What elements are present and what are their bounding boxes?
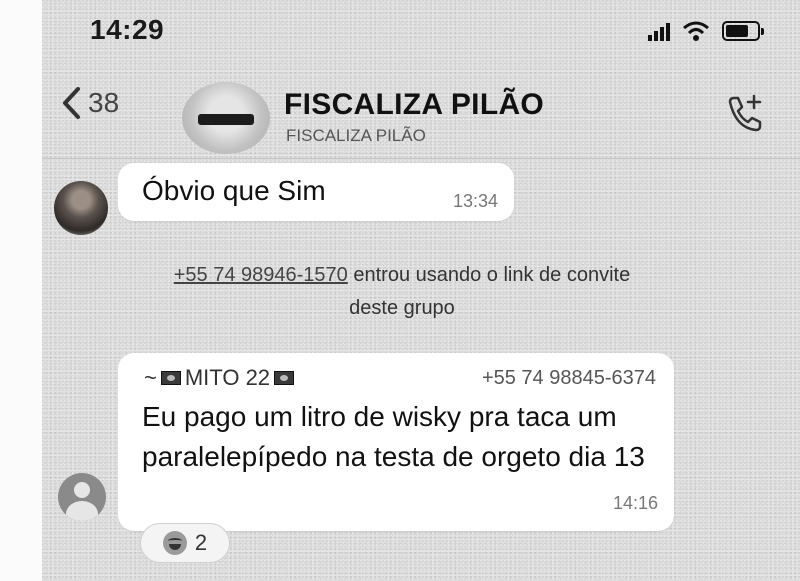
status-time: 14:29 [90,14,165,45]
group-subtitle: FISCALIZA PILÃO [286,126,426,145]
status-bar: 14:29 [42,0,800,78]
unread-count: 38 [88,87,120,118]
message-time: 13:34 [452,191,498,211]
system-message-text: entrou usando o link de convite deste gr… [347,264,631,319]
system-message: +55 74 98946-1570 entrou usando o link d… [152,259,652,325]
message-bubble[interactable]: Óbvio que Sim 13:34 [118,163,514,221]
message-time: 14:16 [612,493,658,513]
default-avatar-icon[interactable] [58,473,106,521]
page-margin [0,0,42,581]
avatar[interactable] [54,181,108,235]
status-icons [648,20,764,42]
sender-prefix: ~ [144,365,157,390]
add-call-button[interactable] [722,92,766,136]
back-button[interactable]: 38 [60,86,119,120]
signal-icon [648,21,670,41]
phone-screen: 14:29 38 FISCALIZA PILÃO FISCALIZA PILÃO [42,0,800,581]
message-text: Óbvio que Sim [142,175,326,206]
brazil-flag-icon [160,371,181,385]
sender-phone: +55 74 98845-6374 [481,367,656,389]
message-sender[interactable]: ~ MITO 22 [144,365,295,391]
battery-icon [722,21,764,41]
reaction-chip[interactable]: 2 [140,523,230,563]
reaction-count: 2 [194,530,208,555]
chevron-left-icon [63,87,80,119]
wifi-icon [683,21,709,41]
group-avatar-logo [198,114,254,125]
laughing-emoji-icon [162,531,187,555]
message-text: Eu pago um litro de wisky pra taca um pa… [142,401,645,472]
group-avatar[interactable] [182,82,270,154]
sender-name: MITO 22 [184,365,271,390]
message-bubble[interactable]: ~ MITO 22 +55 74 98845-6374 Eu pago um l… [118,353,674,531]
chat-header: 38 FISCALIZA PILÃO FISCALIZA PILÃO [42,78,800,158]
joined-phone-link[interactable]: +55 74 98946-1570 [174,264,348,286]
brazil-flag-icon [274,371,295,385]
group-title[interactable]: FISCALIZA PILÃO [284,88,544,122]
chat-area: Óbvio que Sim 13:34 +55 74 98946-1570 en… [42,158,800,581]
